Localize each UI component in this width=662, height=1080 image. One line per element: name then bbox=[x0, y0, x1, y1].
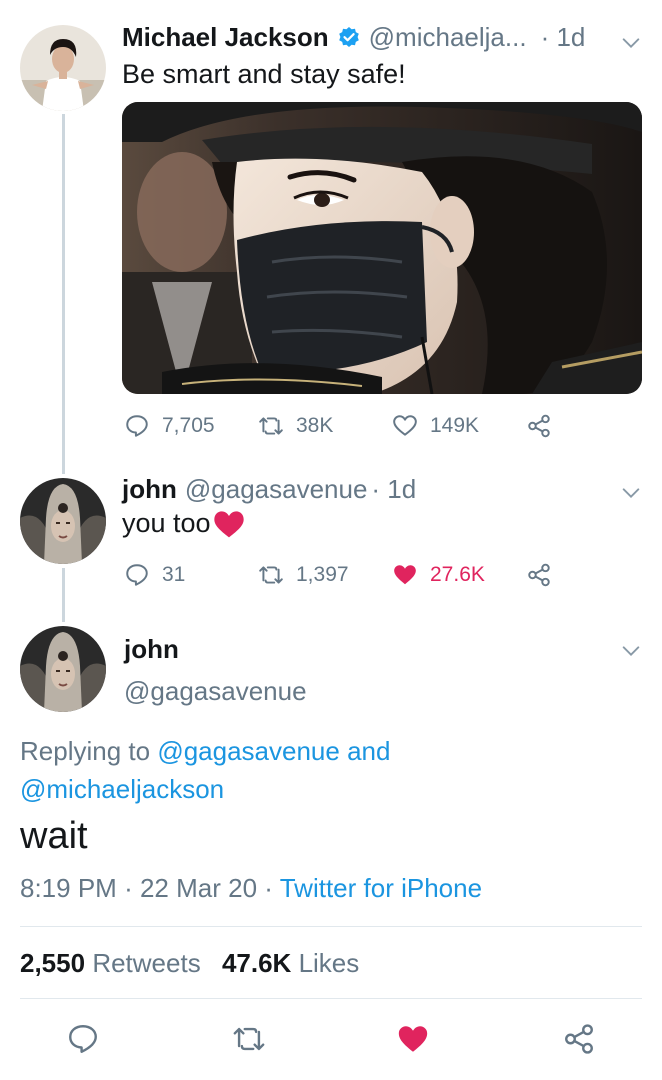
retweet-icon bbox=[258, 413, 284, 439]
red-heart-emoji bbox=[213, 509, 245, 539]
replying-to: Replying to @gagasavenue and @michaeljac… bbox=[20, 732, 620, 808]
tweet-time[interactable]: · 1d bbox=[371, 474, 416, 505]
retweet-button[interactable]: 38K bbox=[258, 413, 333, 439]
reply-icon[interactable] bbox=[66, 1022, 100, 1056]
share-icon bbox=[526, 413, 552, 439]
like-button[interactable]: 27.6K bbox=[392, 562, 485, 588]
tweet-time[interactable]: 8:19 PM bbox=[20, 873, 117, 903]
heart-icon bbox=[392, 413, 418, 439]
tweet-text: Be smart and stay safe! bbox=[122, 59, 406, 89]
like-total: 47.6K bbox=[221, 948, 292, 978]
retweet-total: 2,550 bbox=[20, 948, 86, 978]
reply-mention-link[interactable]: @gagasavenue bbox=[157, 736, 340, 766]
author-name[interactable]: Michael Jackson bbox=[122, 22, 329, 53]
tweet-client-link[interactable]: Twitter for iPhone bbox=[280, 873, 482, 903]
tweet-text: wait bbox=[20, 815, 88, 857]
chevron-down-icon[interactable] bbox=[620, 640, 642, 662]
avatar[interactable] bbox=[20, 626, 106, 712]
tweet-text: you too bbox=[122, 508, 211, 538]
likes-label: Likes bbox=[298, 948, 360, 978]
replying-label: Replying to bbox=[20, 736, 151, 766]
tweet-time[interactable]: · 1d bbox=[541, 22, 586, 53]
retweet-icon bbox=[258, 562, 284, 588]
author-handle[interactable]: @gagasavenue bbox=[185, 474, 368, 505]
avatar[interactable] bbox=[20, 25, 106, 111]
thread-line bbox=[62, 568, 65, 622]
author-name[interactable]: john bbox=[124, 634, 179, 665]
author-handle[interactable]: @gagasavenue bbox=[124, 676, 307, 707]
tweet-timestamp: 8:19 PM · 22 Mar 20 · Twitter for iPhone bbox=[20, 873, 483, 903]
like-count: 27.6K bbox=[430, 563, 485, 586]
author-handle[interactable]: @michaelja... bbox=[369, 22, 527, 53]
retweet-count: 1,397 bbox=[296, 563, 349, 586]
retweet-button[interactable]: 1,397 bbox=[258, 562, 349, 588]
reply-and[interactable]: and bbox=[347, 736, 390, 766]
reply-button[interactable]: 7,705 bbox=[124, 413, 215, 439]
author-name[interactable]: john bbox=[122, 474, 177, 505]
avatar[interactable] bbox=[20, 478, 106, 564]
chevron-down-icon[interactable] bbox=[620, 32, 642, 54]
thread-line bbox=[62, 114, 65, 474]
engagement-stats: 2,550 Retweets 47.6K Likes bbox=[20, 948, 359, 979]
verified-badge-icon bbox=[337, 26, 361, 50]
divider bbox=[20, 998, 642, 999]
share-icon[interactable] bbox=[562, 1022, 596, 1056]
like-count: 149K bbox=[430, 414, 480, 437]
chevron-down-icon[interactable] bbox=[620, 482, 642, 504]
share-icon bbox=[526, 562, 552, 588]
reply-count: 31 bbox=[162, 563, 186, 586]
reply-button[interactable]: 31 bbox=[124, 562, 185, 588]
reply-mention-link[interactable]: @michaeljackson bbox=[20, 774, 224, 804]
share-button[interactable] bbox=[526, 413, 552, 439]
retweets-stat[interactable]: 2,550 Retweets bbox=[20, 948, 208, 978]
retweet-icon[interactable] bbox=[232, 1022, 266, 1056]
heart-filled-icon[interactable] bbox=[396, 1022, 430, 1056]
share-button[interactable] bbox=[526, 562, 552, 588]
likes-stat[interactable]: 47.6K Likes bbox=[222, 948, 359, 978]
retweet-count: 38K bbox=[296, 414, 334, 437]
reply-count: 7,705 bbox=[162, 414, 215, 437]
reply-icon bbox=[124, 413, 150, 439]
divider bbox=[20, 926, 642, 927]
heart-filled-icon bbox=[392, 562, 418, 588]
retweets-label: Retweets bbox=[92, 948, 201, 978]
tweet-media[interactable] bbox=[122, 102, 642, 394]
like-button[interactable]: 149K bbox=[392, 413, 479, 439]
reply-icon bbox=[124, 562, 150, 588]
tweet-date[interactable]: 22 Mar 20 bbox=[140, 873, 257, 903]
